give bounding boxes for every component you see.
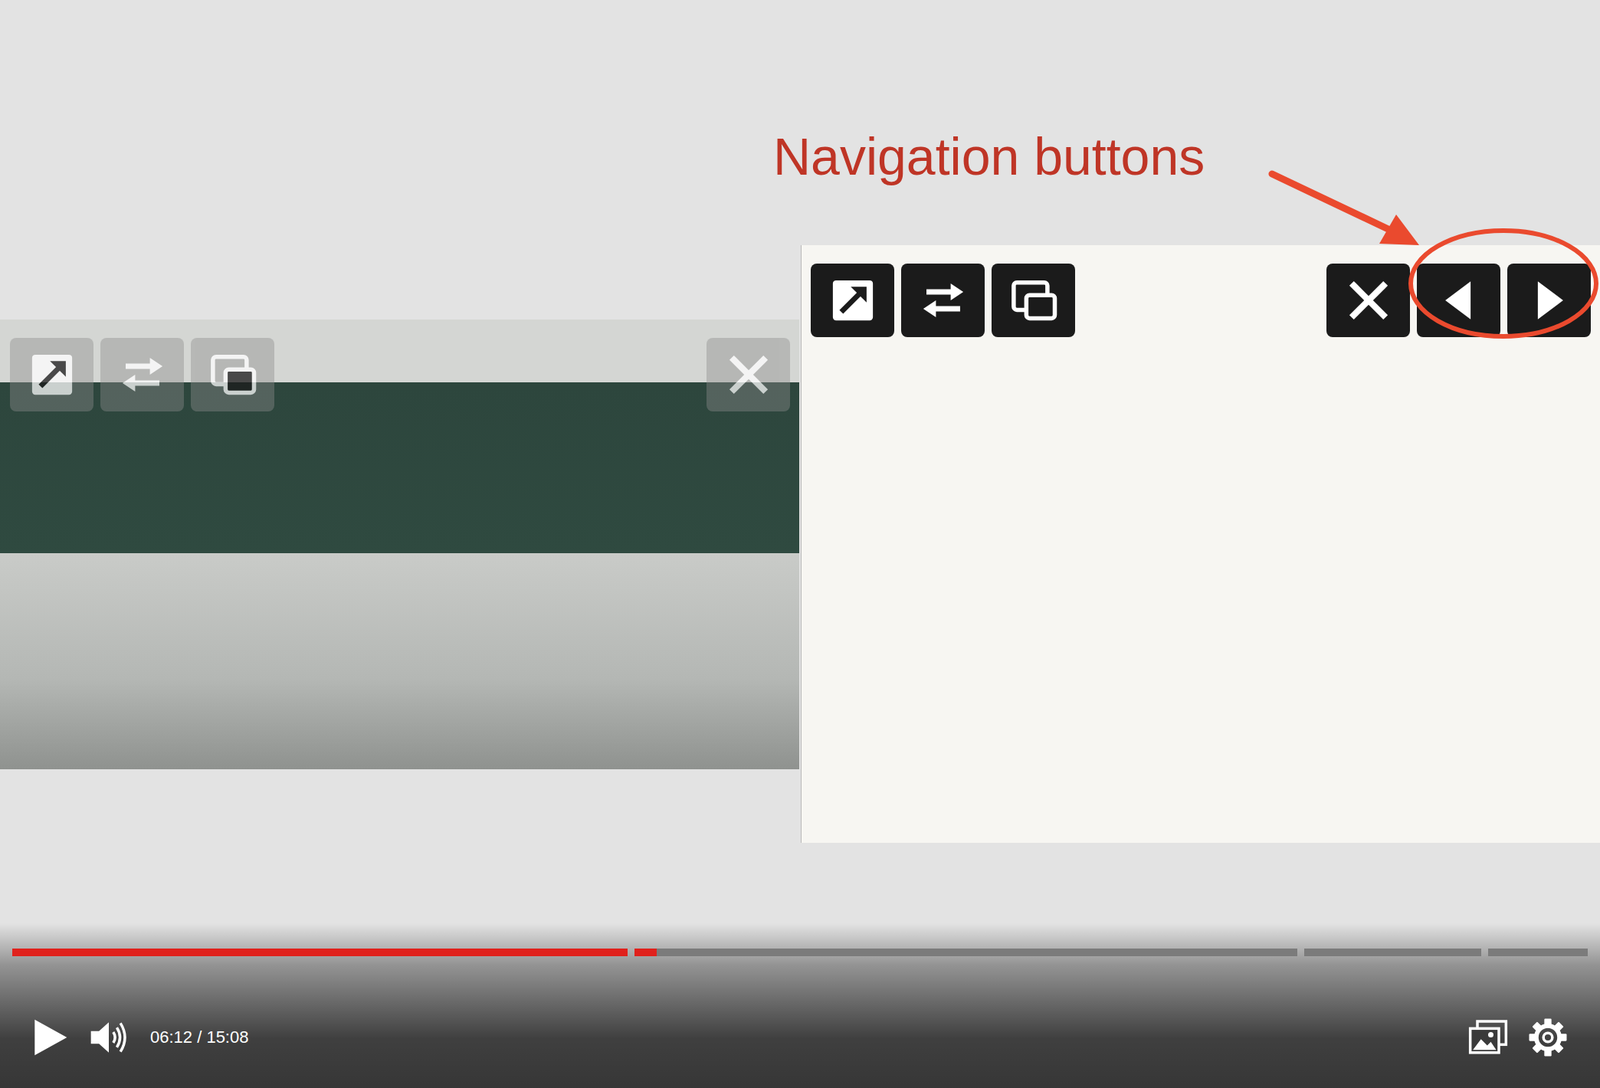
controls-row: 06:12 / 15:08: [0, 999, 1600, 1076]
pip-icon: [207, 349, 259, 400]
panel-toolbar: [9, 337, 791, 412]
volume-button[interactable]: [87, 1016, 131, 1060]
button-group: [1326, 263, 1591, 338]
close-button[interactable]: [1326, 263, 1410, 338]
chapter-segment[interactable]: [634, 948, 1297, 957]
close-button[interactable]: [706, 337, 791, 412]
button-group: [9, 337, 275, 412]
next-button[interactable]: [1507, 263, 1591, 338]
chapter-segment[interactable]: [12, 948, 628, 957]
control-bar: 06:12 / 15:08: [0, 923, 1600, 1088]
swap-icon: [117, 349, 168, 400]
close-icon: [1343, 275, 1394, 326]
highlight-ellipse: [1410, 230, 1597, 337]
chapter-segment[interactable]: [1304, 948, 1482, 957]
player-page: Navigation buttons 06:12 / 15:08: [0, 0, 1600, 1088]
speaker-icon: [87, 1016, 131, 1060]
play-button[interactable]: [27, 1016, 71, 1060]
expand-icon: [26, 349, 78, 400]
expand-button[interactable]: [810, 263, 895, 338]
prev-button[interactable]: [1416, 263, 1501, 338]
next-icon: [1524, 275, 1575, 326]
progress-bar[interactable]: [0, 948, 1600, 957]
camera-panel[interactable]: [0, 319, 800, 770]
annotation-label: Navigation buttons: [773, 130, 1205, 183]
expand-icon: [827, 275, 879, 326]
button-group: [706, 337, 791, 412]
swap-button[interactable]: [100, 337, 184, 412]
swap-icon: [918, 275, 969, 326]
button-group: [810, 263, 1076, 338]
gear-icon: [1526, 1016, 1570, 1060]
swap-button[interactable]: [901, 263, 985, 338]
slides-button[interactable]: [1466, 1016, 1510, 1060]
pip-button[interactable]: [991, 263, 1076, 338]
pip-button[interactable]: [190, 337, 275, 412]
play-icon: [27, 1016, 71, 1060]
progress-fill: [634, 948, 656, 957]
chapter-segment[interactable]: [1488, 948, 1588, 957]
pip-icon: [1008, 275, 1060, 326]
prev-icon: [1433, 275, 1485, 326]
expand-button[interactable]: [9, 337, 94, 412]
progress-fill: [12, 948, 628, 957]
panel-toolbar: [810, 263, 1591, 338]
time-display: 06:12 / 15:08: [150, 1027, 249, 1048]
close-icon: [723, 349, 774, 400]
settings-button[interactable]: [1526, 1016, 1570, 1060]
slides-panel[interactable]: [800, 245, 1600, 843]
slides-icon: [1466, 1016, 1510, 1060]
